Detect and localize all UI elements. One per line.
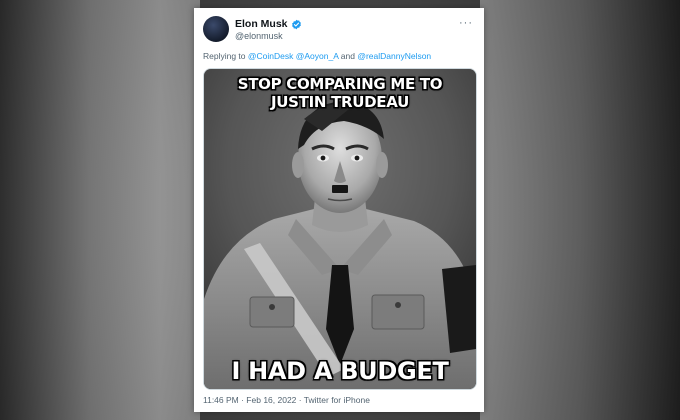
tweet-timestamp[interactable]: 11:46 PM · Feb 16, 2022 · Twitter for iP… — [203, 395, 475, 405]
tweet-header: Elon Musk @elonmusk ··· — [203, 15, 475, 45]
replying-to-label: Replying to — [203, 51, 248, 61]
replying-to-line: Replying to @CoinDesk @Aoyon_A and @real… — [203, 51, 475, 61]
mention-link[interactable]: @realDannyNelson — [357, 51, 431, 61]
author-handle[interactable]: @elonmusk — [235, 31, 283, 41]
portrait-photo — [204, 69, 476, 389]
tweet-card: Elon Musk @elonmusk ··· Replying to @Coi… — [194, 8, 484, 412]
replying-to-joiner: and — [338, 51, 358, 61]
meme-top-caption: STOP COMPARING ME TO JUSTIN TRUDEAU — [237, 75, 443, 111]
background-blur-left — [0, 0, 200, 420]
author-name-row: Elon Musk — [235, 18, 302, 30]
avatar[interactable] — [203, 16, 229, 42]
verified-badge-icon — [291, 19, 301, 29]
meme-bottom-caption: I HAD A BUDGET — [231, 357, 449, 385]
mention-link[interactable]: @Aoyon_A — [296, 51, 339, 61]
background-blur-right — [480, 0, 680, 420]
more-options-icon[interactable]: ··· — [459, 17, 473, 29]
author-display-name[interactable]: Elon Musk — [235, 18, 288, 30]
meme-image[interactable]: STOP COMPARING ME TO JUSTIN TRUDEAU I HA… — [203, 68, 477, 390]
mention-link[interactable]: @CoinDesk — [248, 51, 293, 61]
